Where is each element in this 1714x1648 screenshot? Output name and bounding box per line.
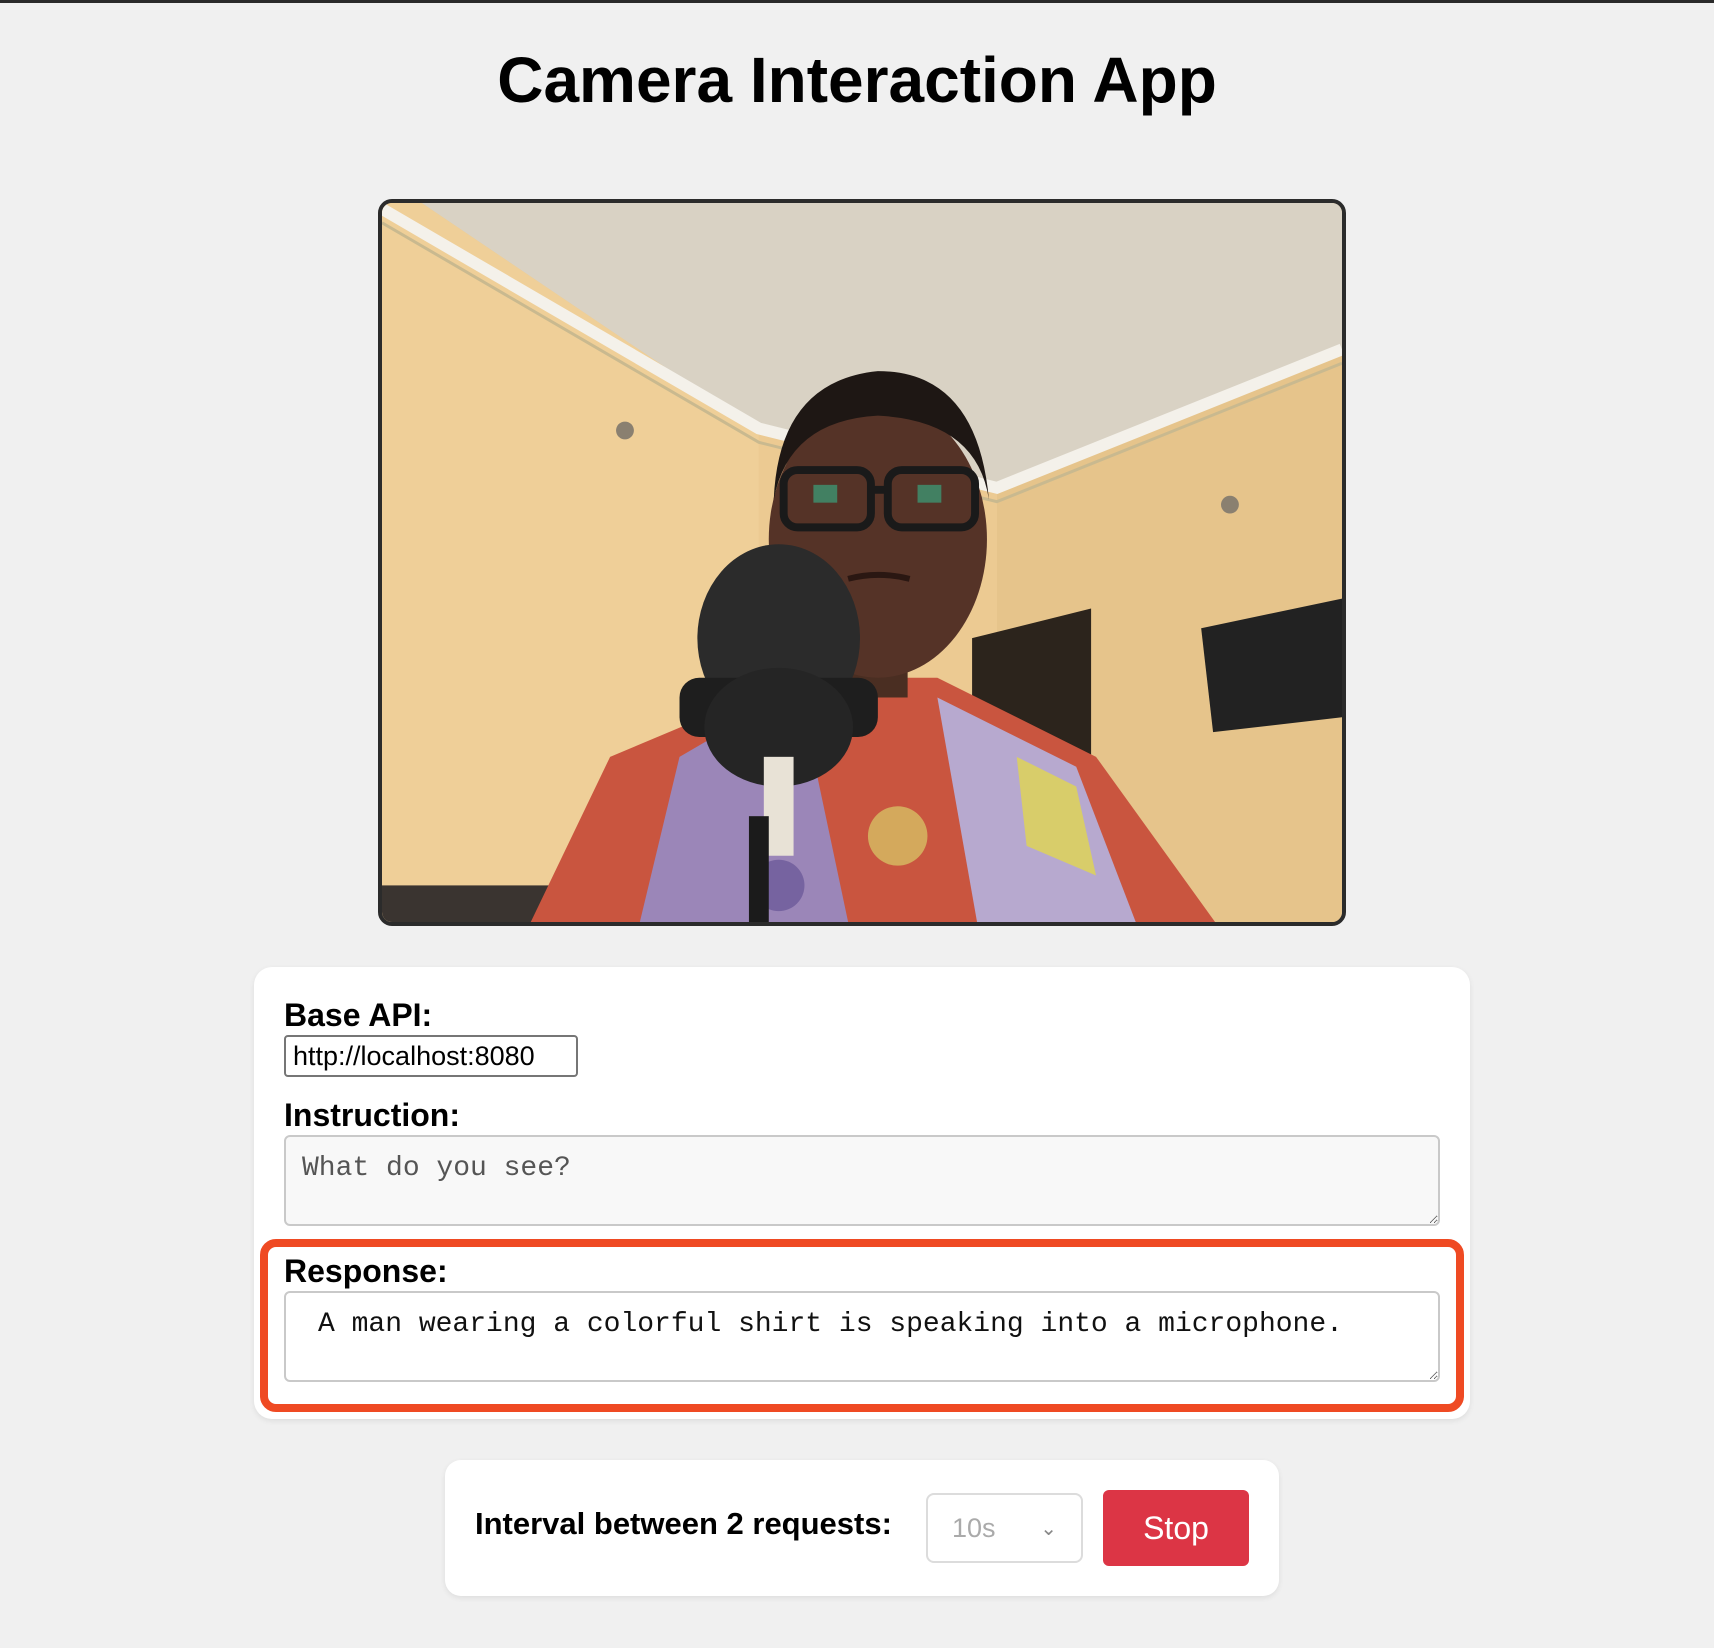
interval-label: Interval between 2 requests: — [475, 1506, 892, 1541]
base-api-label: Base API: — [284, 997, 433, 1033]
instruction-label: Instruction: — [284, 1097, 460, 1133]
page-title: Camera Interaction App — [497, 44, 1217, 116]
instruction-textarea[interactable]: What do you see? — [284, 1135, 1440, 1226]
interval-card: Interval between 2 requests: 10s ⌄ Stop — [445, 1460, 1279, 1596]
interval-select-value: 10s — [952, 1512, 996, 1543]
base-api-input[interactable] — [284, 1035, 578, 1077]
controls-card: Base API: Instruction: What do you see? … — [254, 967, 1470, 1419]
camera-feed — [378, 199, 1346, 926]
response-label: Response: — [284, 1253, 448, 1289]
stop-button[interactable]: Stop — [1103, 1490, 1249, 1566]
camera-frame-image — [382, 203, 1342, 922]
interval-select[interactable]: 10s ⌄ — [926, 1493, 1083, 1563]
chevron-down-icon: ⌄ — [1040, 1517, 1057, 1540]
response-textarea[interactable]: A man wearing a colorful shirt is speaki… — [284, 1291, 1440, 1382]
